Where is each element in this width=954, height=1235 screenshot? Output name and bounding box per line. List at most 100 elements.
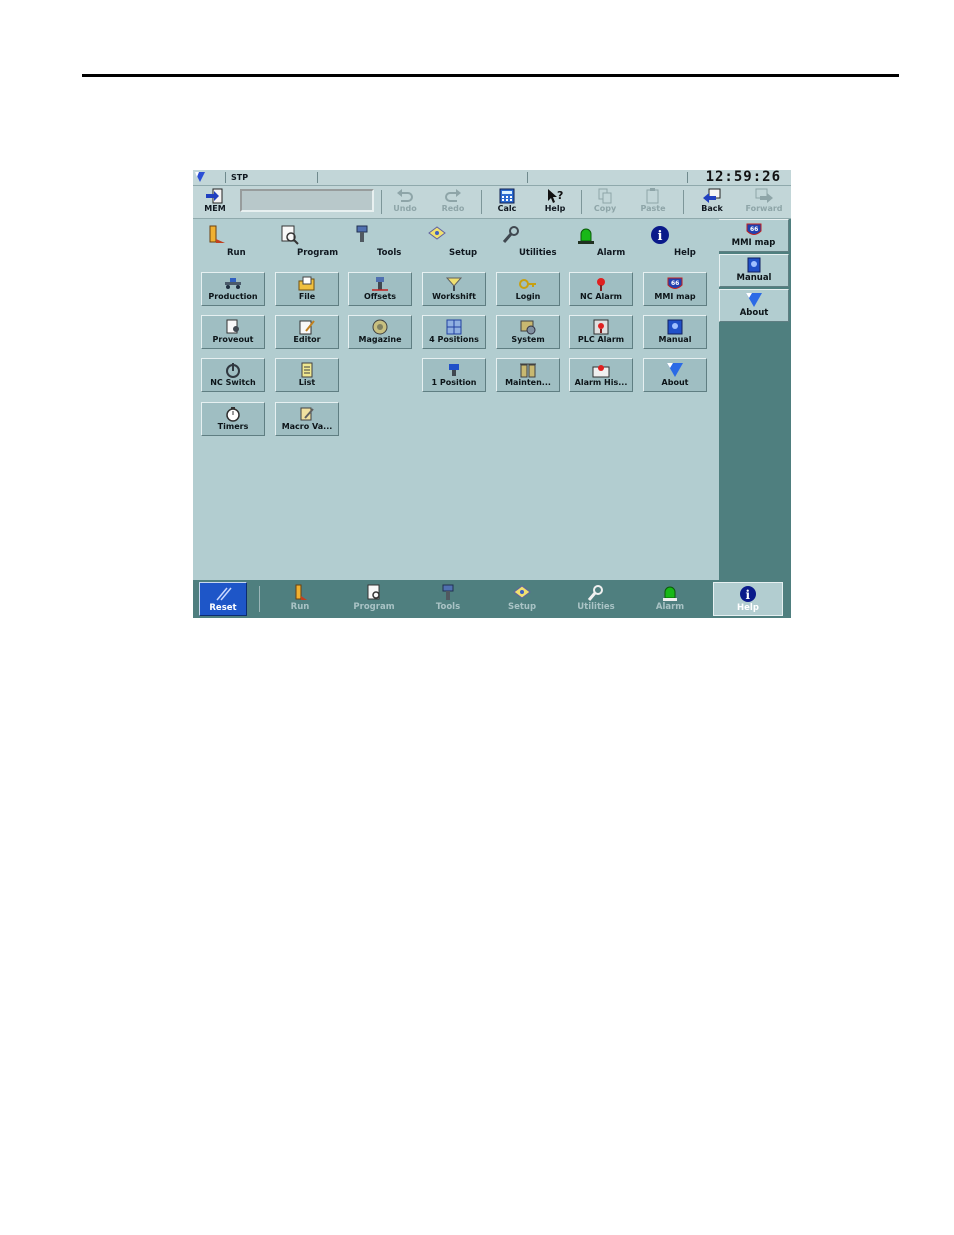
list-icon xyxy=(301,362,313,378)
category-setup[interactable]: Setup xyxy=(415,219,485,265)
manual-book-icon xyxy=(667,319,683,335)
bottom-program[interactable]: Program xyxy=(341,582,407,616)
category-run[interactable]: Run xyxy=(195,219,265,265)
position-icon xyxy=(449,364,459,376)
alarm-history-button[interactable]: Alarm His... xyxy=(569,358,633,392)
alarm-history-icon xyxy=(592,365,610,378)
system-button[interactable]: System xyxy=(496,315,560,349)
bottom-nav-bar: Reset Run Program Tools Setup Utilities … xyxy=(193,580,791,618)
bottom-separator xyxy=(259,586,260,612)
offsets-button[interactable]: Offsets xyxy=(348,272,412,306)
copy-icon xyxy=(598,188,612,204)
status-separator xyxy=(317,172,318,183)
svg-text:66: 66 xyxy=(750,226,758,233)
macro-icon xyxy=(300,407,314,421)
alarm-beacon-icon xyxy=(663,586,677,601)
svg-text:?: ? xyxy=(557,189,563,202)
timers-button[interactable]: Timers xyxy=(201,402,265,436)
help-button[interactable]: ? Help xyxy=(535,186,575,218)
clock-display: 12:59:26 xyxy=(705,170,781,185)
reset-button[interactable]: Reset xyxy=(199,582,247,616)
nc-alarm-button[interactable]: NC Alarm xyxy=(569,272,633,306)
category-utilities[interactable]: Utilities xyxy=(489,219,559,265)
right-panel: 66 MMI map Manual About xyxy=(719,219,791,580)
bottom-run[interactable]: Run xyxy=(267,582,333,616)
about-button[interactable]: About xyxy=(643,358,707,392)
bottom-utilities[interactable]: Utilities xyxy=(563,582,629,616)
toolbar-separator xyxy=(581,190,582,214)
copy-button[interactable]: Copy xyxy=(585,186,625,218)
page-header-rule xyxy=(82,74,899,77)
bottom-alarm[interactable]: Alarm xyxy=(637,582,703,616)
mem-input-field[interactable] xyxy=(240,189,374,212)
help-pointer-icon: ? xyxy=(548,189,563,203)
toolbar: MEM Undo Redo Calc ? Help Copy Paste Bac… xyxy=(193,186,791,219)
redo-button[interactable]: Redo xyxy=(433,186,473,218)
info-icon: i xyxy=(651,226,669,244)
one-position-button[interactable]: 1 Position xyxy=(422,358,486,392)
magazine-icon xyxy=(372,319,388,335)
positions-grid-icon xyxy=(446,319,462,335)
map-shield-icon: 66 xyxy=(746,223,761,235)
tools-icon xyxy=(442,584,454,600)
rtab-manual[interactable]: Manual xyxy=(719,254,789,287)
rtab-about[interactable]: About xyxy=(719,289,789,322)
magazine-button[interactable]: Magazine xyxy=(348,315,412,349)
workshift-icon xyxy=(445,277,463,291)
toolbar-separator xyxy=(381,190,382,214)
category-row: Run Program Tools Setup Utilities Alarm … xyxy=(193,219,719,267)
forward-button[interactable]: Forward xyxy=(739,186,789,218)
back-arrow-icon xyxy=(703,188,721,203)
file-button[interactable]: File xyxy=(275,272,339,306)
toolbar-separator xyxy=(481,190,482,214)
category-program[interactable]: Program xyxy=(267,219,338,265)
calc-button[interactable]: Calc xyxy=(487,186,527,218)
nc-switch-button[interactable]: NC Switch xyxy=(201,358,265,392)
setup-icon xyxy=(428,226,446,240)
run-icon xyxy=(209,225,225,243)
maintenance-button[interactable]: Mainten... xyxy=(496,358,560,392)
rtab-mmi-map[interactable]: 66 MMI map xyxy=(719,219,789,252)
wrench-icon xyxy=(502,226,519,243)
svg-text:i: i xyxy=(658,229,663,244)
mmi-map-button[interactable]: 66 MMI map xyxy=(643,272,707,306)
bottom-setup[interactable]: Setup xyxy=(489,582,555,616)
about-logo-icon xyxy=(746,293,762,307)
proveout-button[interactable]: Proveout xyxy=(201,315,265,349)
plc-alarm-button[interactable]: PLC Alarm xyxy=(569,315,633,349)
four-positions-button[interactable]: 4 Positions xyxy=(422,315,486,349)
proveout-icon xyxy=(226,319,239,334)
category-help[interactable]: i Help xyxy=(637,219,707,265)
bottom-help[interactable]: i Help xyxy=(713,582,783,616)
editor-button[interactable]: Editor xyxy=(275,315,339,349)
undo-button[interactable]: Undo xyxy=(385,186,425,218)
status-separator xyxy=(527,172,528,183)
logo-icon xyxy=(195,172,205,182)
tools-icon xyxy=(356,225,368,242)
about-logo-icon xyxy=(667,363,683,377)
offsets-icon xyxy=(372,277,388,291)
program-icon xyxy=(281,225,299,245)
hmi-screen: STP 12:59:26 MEM Undo Redo Calc ? Help C… xyxy=(193,170,791,618)
category-alarm[interactable]: Alarm xyxy=(563,219,633,265)
login-button[interactable]: Login xyxy=(496,272,560,306)
redo-icon xyxy=(445,189,461,202)
enter-arrow-icon xyxy=(206,188,223,204)
list-button[interactable]: List xyxy=(275,358,339,392)
paste-button[interactable]: Paste xyxy=(633,186,673,218)
bottom-tools[interactable]: Tools xyxy=(415,582,481,616)
manual-book-icon xyxy=(747,257,761,273)
program-icon xyxy=(367,584,380,600)
key-icon xyxy=(519,279,536,289)
category-tools[interactable]: Tools xyxy=(341,219,411,265)
status-bar: STP 12:59:26 xyxy=(193,170,791,186)
map-shield-icon: 66 xyxy=(667,277,683,289)
mem-button[interactable]: MEM xyxy=(197,186,233,218)
svg-text:i: i xyxy=(746,588,751,602)
manual-button[interactable]: Manual xyxy=(643,315,707,349)
production-button[interactable]: Production xyxy=(201,272,265,306)
back-button[interactable]: Back xyxy=(691,186,733,218)
workshift-button[interactable]: Workshift xyxy=(422,272,486,306)
macro-variables-button[interactable]: Macro Va... xyxy=(275,402,339,436)
status-separator xyxy=(687,172,688,183)
